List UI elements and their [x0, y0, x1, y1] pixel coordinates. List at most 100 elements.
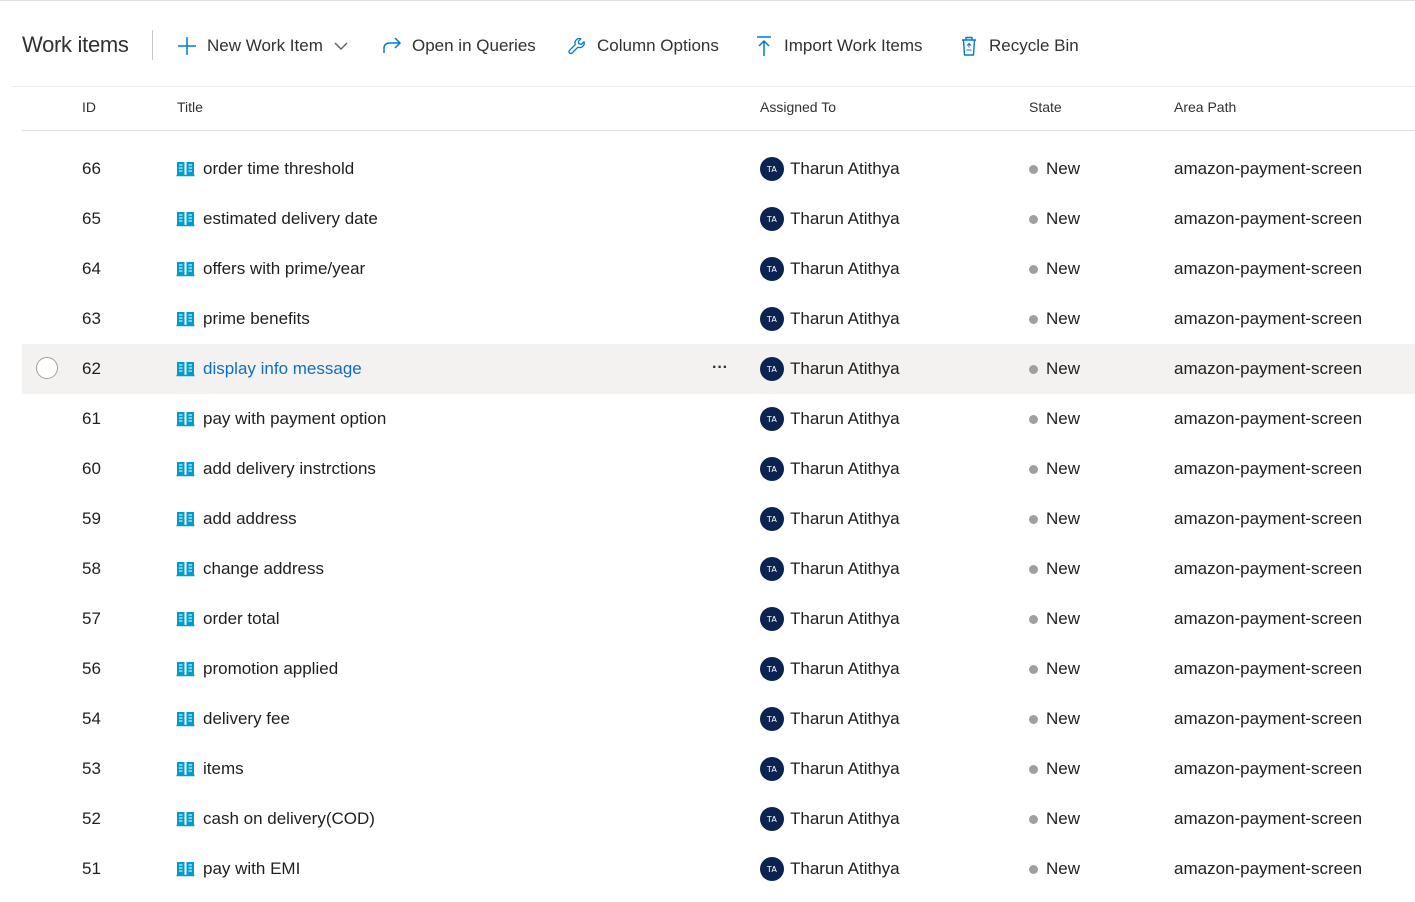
work-item-title-text[interactable]: change address — [203, 559, 324, 579]
work-item-title[interactable]: display info message — [176, 344, 362, 394]
assigned-to-name: Tharun Atithya — [790, 809, 900, 828]
work-item-title[interactable]: offers with prime/year — [176, 244, 365, 294]
work-item-id: 58 — [82, 559, 101, 578]
column-options-label: Column Options — [597, 36, 719, 55]
table-row[interactable]: 65 estimated delivery date TA Tharun Atithy… — [22, 194, 1415, 244]
upload-arrow-icon — [753, 35, 775, 57]
open-in-queries-button[interactable]: Open in Queries — [381, 33, 536, 59]
assigned-to[interactable]: TA Tharun Atithya — [760, 794, 900, 844]
assigned-to[interactable]: TA Tharun Atithya — [760, 344, 900, 394]
table-row[interactable]: 52 cash on delivery(COD) TA Tharun Atithya N… — [22, 794, 1415, 844]
table-row[interactable]: 51 pay with EMI TA Tharun Atithya New amazon-… — [22, 844, 1415, 894]
user-story-book-icon — [176, 711, 195, 727]
assigned-to[interactable]: TA Tharun Atithya — [760, 594, 900, 644]
column-header-divider — [22, 130, 1415, 131]
state: New — [1029, 394, 1080, 444]
state: New — [1029, 294, 1080, 344]
table-row[interactable]: 56 promotion applied TA Tharun Atithya New am… — [22, 644, 1415, 694]
row-select-checkbox[interactable] — [36, 357, 58, 379]
user-story-book-icon — [176, 561, 195, 577]
table-row[interactable]: 63 prime benefits TA Tharun Atithya New amazo… — [22, 294, 1415, 344]
assigned-to[interactable]: TA Tharun Atithya — [760, 644, 900, 694]
column-header-area-path[interactable]: Area Path — [1174, 99, 1236, 115]
area-path: amazon-payment-screen — [1174, 309, 1363, 328]
work-item-id: 60 — [82, 459, 101, 478]
work-item-title-text[interactable]: offers with prime/year — [203, 259, 365, 279]
status-dot-icon — [1029, 214, 1038, 224]
work-item-title[interactable]: add delivery instrctions — [176, 444, 376, 494]
work-item-title[interactable]: order total — [176, 594, 280, 644]
area-path: amazon-payment-screen — [1174, 259, 1363, 278]
recycle-bin-icon — [958, 35, 980, 57]
assigned-to[interactable]: TA Tharun Atithya — [760, 844, 900, 894]
work-item-id: 63 — [82, 309, 101, 328]
work-item-title-text[interactable]: add delivery instrctions — [203, 459, 376, 479]
table-row[interactable]: 53 items TA Tharun Atithya New amazon-payment… — [22, 744, 1415, 794]
recycle-bin-button[interactable]: Recycle Bin — [958, 33, 1079, 59]
column-header-assigned-to[interactable]: Assigned To — [760, 99, 836, 115]
work-item-title-text[interactable]: pay with payment option — [203, 409, 386, 429]
work-item-title-text[interactable]: items — [203, 759, 244, 779]
assigned-to[interactable]: TA Tharun Atithya — [760, 744, 900, 794]
work-item-title[interactable]: promotion applied — [176, 644, 338, 694]
assigned-to[interactable]: TA Tharun Atithya — [760, 294, 900, 344]
table-row[interactable]: 66 order time threshold TA Tharun Atithya Ne… — [22, 144, 1415, 194]
assigned-to[interactable]: TA Tharun Atithya — [760, 194, 900, 244]
work-item-title[interactable]: add address — [176, 494, 297, 544]
assigned-to[interactable]: TA Tharun Atithya — [760, 544, 900, 594]
redo-arrow-icon — [381, 35, 403, 57]
work-item-title[interactable]: order time threshold — [176, 144, 354, 194]
work-item-title-text[interactable]: promotion applied — [203, 659, 338, 679]
work-item-title-text[interactable]: estimated delivery date — [203, 209, 378, 229]
assigned-to[interactable]: TA Tharun Atithya — [760, 694, 900, 744]
area-path: amazon-payment-screen — [1174, 609, 1363, 628]
work-item-title[interactable]: pay with payment option — [176, 394, 386, 444]
user-story-book-icon — [176, 511, 195, 527]
table-row[interactable]: 54 delivery fee TA Tharun Atithya New amazon-… — [22, 694, 1415, 744]
work-item-title-text[interactable]: cash on delivery(COD) — [203, 809, 375, 829]
column-header-id[interactable]: ID — [82, 99, 96, 115]
assigned-to-name: Tharun Atithya — [790, 759, 900, 778]
recycle-bin-label: Recycle Bin — [989, 36, 1079, 55]
work-item-title[interactable]: pay with EMI — [176, 844, 300, 894]
work-item-title-text[interactable]: order time threshold — [203, 159, 354, 179]
assigned-to[interactable]: TA Tharun Atithya — [760, 244, 900, 294]
area-path: amazon-payment-screen — [1174, 509, 1363, 528]
work-item-title[interactable]: items — [176, 744, 244, 794]
work-item-title-text[interactable]: display info message — [203, 359, 362, 379]
assigned-to[interactable]: TA Tharun Atithya — [760, 394, 900, 444]
work-item-title[interactable]: delivery fee — [176, 694, 290, 744]
new-work-item-button[interactable]: New Work Item — [176, 33, 348, 59]
column-header-title[interactable]: Title — [177, 99, 203, 115]
work-item-title-text[interactable]: pay with EMI — [203, 859, 300, 879]
table-row[interactable]: 60 add delivery instrctions TA Tharun Atith… — [22, 444, 1415, 494]
area-path: amazon-payment-screen — [1174, 709, 1363, 728]
assigned-to[interactable]: TA Tharun Atithya — [760, 494, 900, 544]
table-row[interactable]: 59 add address TA Tharun Atithya New amazon-p… — [22, 494, 1415, 544]
work-item-title-text[interactable]: prime benefits — [203, 309, 310, 329]
table-row[interactable]: 62 display info message ··· TA Tharun Atithy… — [22, 344, 1415, 394]
work-item-title[interactable]: prime benefits — [176, 294, 310, 344]
work-item-title[interactable]: change address — [176, 544, 324, 594]
column-header-state[interactable]: State — [1029, 99, 1062, 115]
work-item-title-text[interactable]: delivery fee — [203, 709, 290, 729]
work-item-title-text[interactable]: order total — [203, 609, 280, 629]
table-row[interactable]: 61 pay with payment option TA Tharun Atithy… — [22, 394, 1415, 444]
assigned-to[interactable]: TA Tharun Atithya — [760, 144, 900, 194]
user-story-book-icon — [176, 461, 195, 477]
import-work-items-button[interactable]: Import Work Items — [753, 33, 923, 59]
state-label: New — [1046, 159, 1081, 178]
work-item-title[interactable]: estimated delivery date — [176, 194, 378, 244]
assigned-to-name: Tharun Atithya — [790, 609, 900, 628]
work-item-title[interactable]: cash on delivery(COD) — [176, 794, 375, 844]
table-row[interactable]: 57 order total TA Tharun Atithya New amazon-p… — [22, 594, 1415, 644]
assigned-to[interactable]: TA Tharun Atithya — [760, 444, 900, 494]
chevron-down-icon[interactable] — [334, 42, 348, 51]
table-row[interactable]: 58 change address TA Tharun Atithya New amazo… — [22, 544, 1415, 594]
table-row[interactable]: 64 offers with prime/year TA Tharun Atithya… — [22, 244, 1415, 294]
work-item-title-text[interactable]: add address — [203, 509, 297, 529]
page-header: Work items New Work Item Open in Queries… — [0, 1, 1415, 87]
column-options-button[interactable]: Column Options — [566, 33, 719, 59]
more-actions-button[interactable]: ··· — [710, 356, 730, 380]
open-in-queries-label: Open in Queries — [412, 36, 536, 55]
